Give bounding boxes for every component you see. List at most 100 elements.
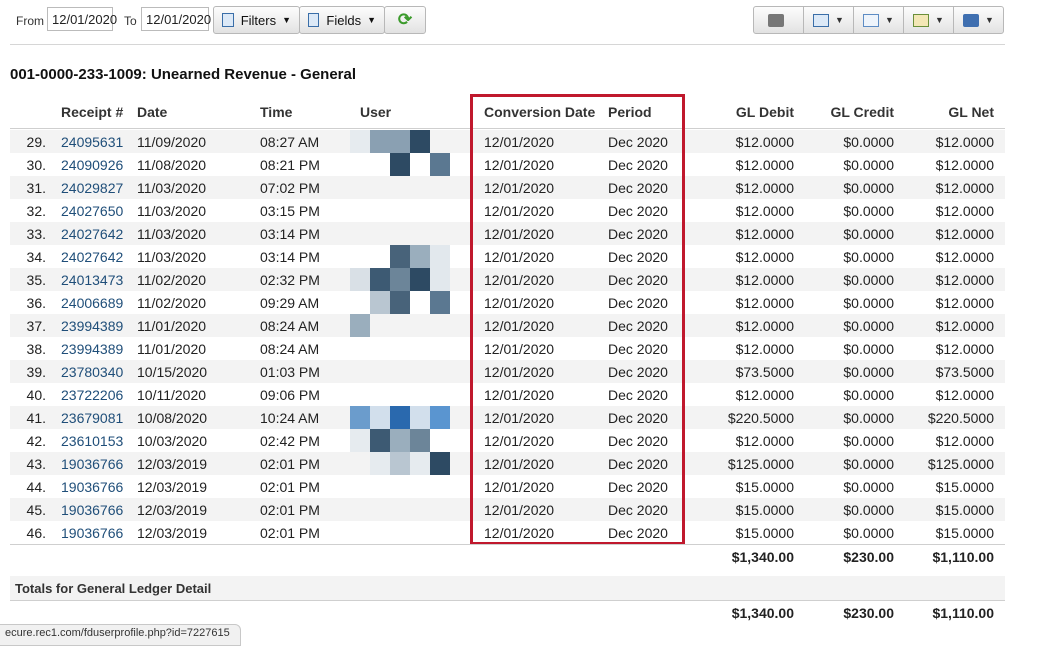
receipt-time: 02:01 PM xyxy=(260,525,320,541)
redacted-user-block xyxy=(430,153,450,176)
row-number: 34. xyxy=(26,249,46,265)
receipt-link[interactable]: 23994389 xyxy=(61,341,123,357)
gl-credit: $0.0000 xyxy=(843,502,894,518)
chevron-down-icon: ▼ xyxy=(282,15,291,25)
gl-debit: $12.0000 xyxy=(735,341,794,357)
col-user[interactable]: User xyxy=(360,104,391,120)
fields-label: Fields xyxy=(326,12,362,28)
redacted-user-block xyxy=(390,429,410,452)
row-number: 46. xyxy=(26,525,46,541)
save-button[interactable]: ▼ xyxy=(954,7,1003,33)
receipt-date: 11/03/2020 xyxy=(137,226,207,242)
gl-debit: $12.0000 xyxy=(735,157,794,173)
receipt-link[interactable]: 24027650 xyxy=(61,203,123,219)
from-date-input[interactable]: 12/01/2020 xyxy=(47,7,117,31)
row-number: 38. xyxy=(26,341,46,357)
gl-debit: $12.0000 xyxy=(735,134,794,150)
to-date-input[interactable]: 12/01/2020 xyxy=(141,7,211,31)
receipt-link[interactable]: 19036766 xyxy=(61,456,123,472)
receipt-link[interactable]: 24013473 xyxy=(61,272,123,288)
gl-debit: $12.0000 xyxy=(735,433,794,449)
receipt-link[interactable]: 24090926 xyxy=(61,157,123,173)
receipt-link[interactable]: 23679081 xyxy=(61,410,123,426)
row-number: 31. xyxy=(26,180,46,196)
refresh-button[interactable]: ⟳ xyxy=(384,6,426,34)
gl-totals-title: Totals for General Ledger Detail xyxy=(15,581,212,596)
table-view-button[interactable]: ▼ xyxy=(804,7,854,33)
redacted-user-block xyxy=(350,130,370,153)
receipt-link[interactable]: 23780340 xyxy=(61,364,123,380)
chart-icon xyxy=(913,13,930,27)
gl-debit: $12.0000 xyxy=(735,226,794,242)
gl-net: $12.0000 xyxy=(935,249,994,265)
chart-button[interactable]: ▼ xyxy=(904,7,954,33)
redacted-user-block xyxy=(430,406,450,429)
redacted-user-block xyxy=(430,245,450,268)
gl-net: $220.5000 xyxy=(927,410,994,426)
redacted-user-block xyxy=(430,268,450,291)
receipt-link[interactable]: 19036766 xyxy=(61,479,123,495)
gl-credit: $0.0000 xyxy=(843,341,894,357)
receipt-link[interactable]: 24006689 xyxy=(61,295,123,311)
gl-net: $12.0000 xyxy=(935,318,994,334)
gl-net: $12.0000 xyxy=(935,226,994,242)
row-number: 43. xyxy=(26,456,46,472)
fields-button[interactable]: Fields ▼ xyxy=(299,6,385,34)
refresh-icon: ⟳ xyxy=(397,10,413,29)
gl-debit: $12.0000 xyxy=(735,295,794,311)
redacted-user-block xyxy=(390,452,410,475)
receipt-date: 10/11/2020 xyxy=(137,387,207,403)
total-gl-credit: $230.00 xyxy=(843,549,894,565)
row-number: 37. xyxy=(26,318,46,334)
redacted-user-block xyxy=(410,268,430,291)
row-number: 36. xyxy=(26,295,46,311)
table-icon xyxy=(813,13,830,27)
receipt-date: 11/09/2020 xyxy=(137,134,207,150)
redacted-user-block xyxy=(410,406,430,429)
from-label: From xyxy=(16,14,44,28)
status-bar-url: ecure.rec1.com/fduserprofile.php?id=7227… xyxy=(0,624,241,646)
receipt-date: 11/03/2020 xyxy=(137,203,207,219)
col-gl-net[interactable]: GL Net xyxy=(948,104,994,120)
receipt-date: 11/08/2020 xyxy=(137,157,207,173)
receipt-link[interactable]: 24029827 xyxy=(61,180,123,196)
gl-debit: $12.0000 xyxy=(735,272,794,288)
export-toolbar: ▼ ▼ ▼ ▼ xyxy=(753,6,1004,34)
gl-total-debit: $1,340.00 xyxy=(731,605,794,621)
email-button[interactable]: ▼ xyxy=(854,7,904,33)
receipt-link[interactable]: 23610153 xyxy=(61,433,123,449)
filters-button[interactable]: Filters ▼ xyxy=(213,6,300,34)
receipt-time: 09:29 AM xyxy=(260,295,320,311)
gl-debit: $12.0000 xyxy=(735,180,794,196)
receipt-link[interactable]: 24027642 xyxy=(61,249,123,265)
gl-net: $15.0000 xyxy=(935,502,994,518)
gl-net: $15.0000 xyxy=(935,525,994,541)
receipt-link[interactable]: 24027642 xyxy=(61,226,123,242)
redacted-user-block xyxy=(370,452,390,475)
col-time[interactable]: Time xyxy=(260,104,292,120)
receipt-link[interactable]: 19036766 xyxy=(61,502,123,518)
gl-credit: $0.0000 xyxy=(843,180,894,196)
toolbar: From 12/01/2020 To 12/01/2020 Filters ▼ … xyxy=(0,0,1050,44)
gl-totals-divider xyxy=(10,600,1005,601)
col-receipt[interactable]: Receipt # xyxy=(61,104,123,120)
col-date[interactable]: Date xyxy=(137,104,167,120)
gl-debit: $125.0000 xyxy=(727,456,794,472)
gl-net: $12.0000 xyxy=(935,180,994,196)
receipt-link[interactable]: 23722206 xyxy=(61,387,123,403)
print-button[interactable] xyxy=(754,7,804,33)
receipt-date: 10/03/2020 xyxy=(137,433,208,449)
email-icon xyxy=(863,13,880,27)
receipt-time: 08:21 PM xyxy=(260,157,320,173)
col-gl-debit[interactable]: GL Debit xyxy=(736,104,794,120)
receipt-link[interactable]: 23994389 xyxy=(61,318,123,334)
receipt-link[interactable]: 19036766 xyxy=(61,525,123,541)
gl-credit: $0.0000 xyxy=(843,272,894,288)
gl-net: $73.5000 xyxy=(935,364,994,380)
total-gl-net: $1,110.00 xyxy=(932,549,994,565)
redacted-user-block xyxy=(430,452,450,475)
col-gl-credit[interactable]: GL Credit xyxy=(830,104,894,120)
gl-net: $15.0000 xyxy=(935,479,994,495)
gl-net: $12.0000 xyxy=(935,295,994,311)
receipt-link[interactable]: 24095631 xyxy=(61,134,123,150)
